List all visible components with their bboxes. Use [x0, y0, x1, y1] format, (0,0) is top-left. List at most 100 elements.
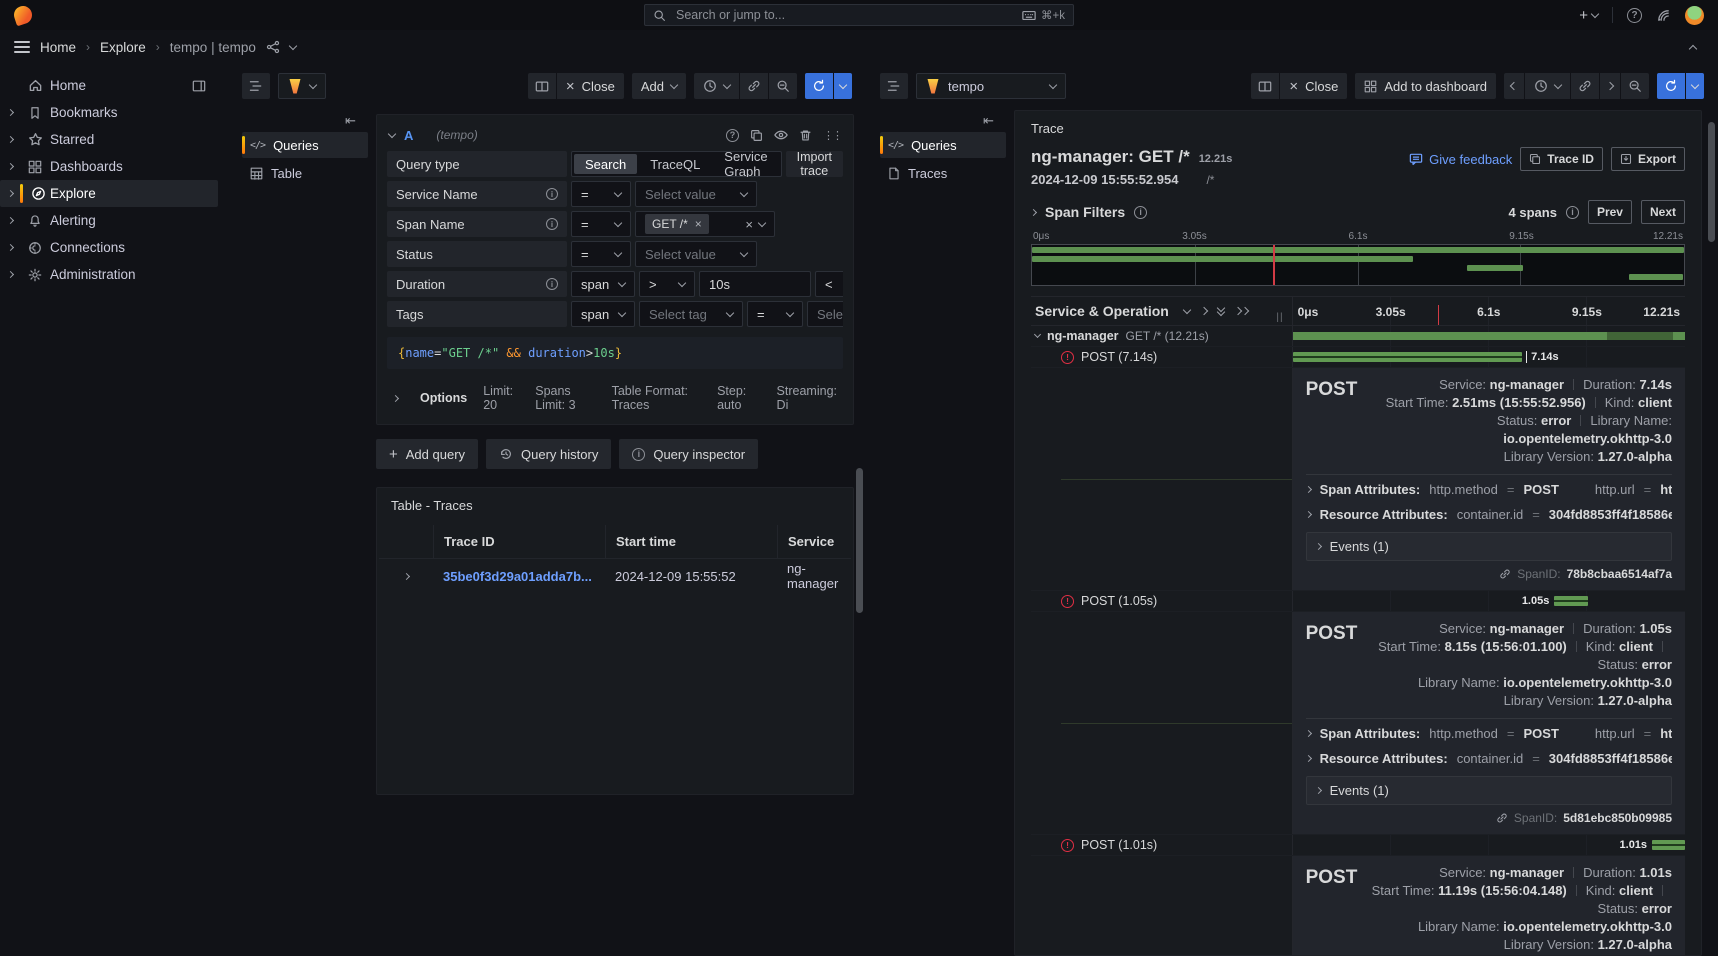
panel-title[interactable]: Table - Traces: [377, 498, 853, 525]
chevron-right-icon[interactable]: [6, 163, 13, 170]
sidebar-item-dashboards[interactable]: Dashboards: [0, 153, 218, 180]
export-button[interactable]: Export: [1611, 147, 1685, 171]
chevron-right-icon[interactable]: [6, 190, 13, 197]
tab-service-graph[interactable]: Service Graph: [713, 154, 778, 174]
sidebar-item-alerting[interactable]: Alerting: [0, 207, 218, 234]
time-shift-back-button[interactable]: [1504, 73, 1524, 99]
dock-sidebar-icon[interactable]: [192, 79, 206, 93]
grafana-logo[interactable]: [12, 4, 35, 27]
collapse-all-icon[interactable]: [1218, 308, 1224, 315]
span-attributes-row[interactable]: Span Attributes: http.method=POST http.u…: [1306, 721, 1672, 746]
span-row-root[interactable]: ng-managerGET /* (12.21s): [1031, 326, 1685, 347]
span-bar[interactable]: [1652, 840, 1685, 850]
span-row[interactable]: !POST (7.14s) 7.14s: [1031, 347, 1685, 368]
breadcrumb-home[interactable]: Home: [40, 40, 76, 55]
duplicate-query-icon[interactable]: [750, 129, 763, 142]
add-button[interactable]: Add: [632, 73, 686, 99]
minimap-canvas[interactable]: [1031, 244, 1685, 286]
rail-item-table[interactable]: Table: [242, 160, 368, 186]
duration-max-operator[interactable]: <: [815, 271, 843, 297]
tags-scope-select[interactable]: span: [571, 301, 635, 327]
menu-toggle-icon[interactable]: [14, 41, 30, 53]
run-query-button[interactable]: [805, 73, 833, 99]
resource-attributes-row[interactable]: Resource Attributes: container.id=304fd8…: [1306, 502, 1672, 527]
split-view-button[interactable]: [1251, 73, 1279, 99]
run-query-interval-button[interactable]: [1686, 73, 1704, 99]
collapse-one-icon[interactable]: [1183, 305, 1191, 313]
table-row[interactable]: 35be0f3d29a01adda7b... 2024-12-09 15:55:…: [379, 559, 851, 593]
search-bar[interactable]: ⌘+k: [644, 4, 1074, 26]
rail-item-queries[interactable]: </> Queries: [880, 132, 1006, 158]
drag-handle-icon[interactable]: ⋮⋮: [823, 129, 841, 142]
collapse-rail-icon[interactable]: ⇤: [242, 110, 368, 132]
info-icon[interactable]: i: [546, 278, 558, 290]
next-span-button[interactable]: Next: [1641, 200, 1685, 224]
search-input[interactable]: [674, 7, 1014, 23]
chevron-down-icon[interactable]: [289, 41, 297, 49]
span-name-select[interactable]: GET /*× ×: [635, 211, 775, 237]
datasource-picker[interactable]: tempo: [916, 73, 1066, 99]
info-icon[interactable]: i: [546, 188, 558, 200]
duration-operator[interactable]: >: [639, 271, 695, 297]
import-trace-button[interactable]: Import trace: [786, 151, 843, 177]
column-trace-id[interactable]: Trace ID: [433, 525, 605, 558]
expand-one-icon[interactable]: [1200, 307, 1208, 315]
rail-item-traces[interactable]: Traces: [880, 160, 1006, 186]
datasource-picker[interactable]: [278, 73, 326, 99]
collapse-query-icon[interactable]: [388, 129, 396, 137]
chevron-right-icon[interactable]: [1030, 208, 1037, 215]
service-operation-header[interactable]: Service & Operation: [1035, 303, 1169, 319]
help-icon[interactable]: ?: [1627, 8, 1642, 23]
permalink-button[interactable]: [1571, 73, 1599, 99]
sidebar-item-home[interactable]: Home: [0, 72, 218, 99]
hide-query-icon[interactable]: [774, 129, 788, 141]
trace-id-button[interactable]: Trace ID: [1520, 147, 1603, 171]
sidebar-item-connections[interactable]: Connections: [0, 234, 218, 261]
tab-traceql[interactable]: TraceQL: [639, 154, 711, 174]
tags-tag-select[interactable]: Select tag: [639, 301, 743, 327]
query-help-icon[interactable]: ?: [726, 129, 739, 142]
news-icon[interactable]: [1656, 8, 1671, 23]
status-operator[interactable]: =: [571, 241, 631, 267]
status-select[interactable]: Select value: [635, 241, 757, 267]
info-icon[interactable]: i: [546, 218, 558, 230]
zoom-out-button[interactable]: [769, 73, 797, 99]
duration-value-input[interactable]: [699, 271, 811, 297]
info-icon[interactable]: i: [1566, 206, 1579, 219]
user-avatar[interactable]: [1685, 6, 1704, 25]
left-pane-scrollbar[interactable]: [856, 468, 863, 613]
query-inspector-button[interactable]: iQuery inspector: [619, 439, 758, 469]
sidebar-item-explore[interactable]: Explore: [0, 180, 218, 207]
run-query-button[interactable]: [1657, 73, 1685, 99]
chevron-right-icon[interactable]: [6, 109, 13, 116]
time-range-button[interactable]: [1525, 73, 1570, 99]
trace-minimap[interactable]: 0μs 3.05s 6.1s 9.15s 12.21s: [1031, 231, 1685, 286]
chevron-right-icon[interactable]: [6, 244, 13, 251]
collapse-rail-icon[interactable]: ⇤: [880, 110, 1006, 132]
chevron-right-icon[interactable]: [6, 271, 13, 278]
span-name-operator[interactable]: =: [571, 211, 631, 237]
column-start-time[interactable]: Start time: [605, 525, 777, 558]
close-pane-button[interactable]: ×Close: [557, 73, 624, 99]
zoom-out-button[interactable]: [1621, 73, 1649, 99]
query-options-row[interactable]: Options Limit: 20 Spans Limit: 3 Table F…: [387, 379, 843, 414]
tab-search[interactable]: Search: [574, 154, 637, 174]
permalink-button[interactable]: [740, 73, 768, 99]
span-row[interactable]: !POST (1.05s) 1.05s: [1031, 591, 1685, 612]
span-bar[interactable]: [1554, 596, 1588, 606]
service-name-operator[interactable]: =: [571, 181, 631, 207]
collapse-children-icon[interactable]: [1034, 331, 1041, 338]
sidebar-item-administration[interactable]: Administration: [0, 261, 218, 288]
outline-toggle-button[interactable]: [880, 73, 908, 99]
expand-all-icon[interactable]: [1235, 308, 1248, 314]
tags-value-select[interactable]: Select va: [807, 301, 843, 327]
span-attributes-row[interactable]: Span Attributes: http.method=POST http.u…: [1306, 477, 1672, 502]
column-service[interactable]: Service: [777, 525, 851, 558]
close-pane-button[interactable]: ×Close: [1280, 73, 1347, 99]
query-history-button[interactable]: Query history: [486, 439, 611, 469]
share-icon[interactable]: [266, 40, 280, 54]
query-ref-id[interactable]: A: [404, 128, 413, 143]
panel-title[interactable]: Trace: [1031, 121, 1685, 141]
resource-attributes-row[interactable]: Resource Attributes: container.id=304fd8…: [1306, 746, 1672, 771]
duration-scope-select[interactable]: span: [571, 271, 635, 297]
